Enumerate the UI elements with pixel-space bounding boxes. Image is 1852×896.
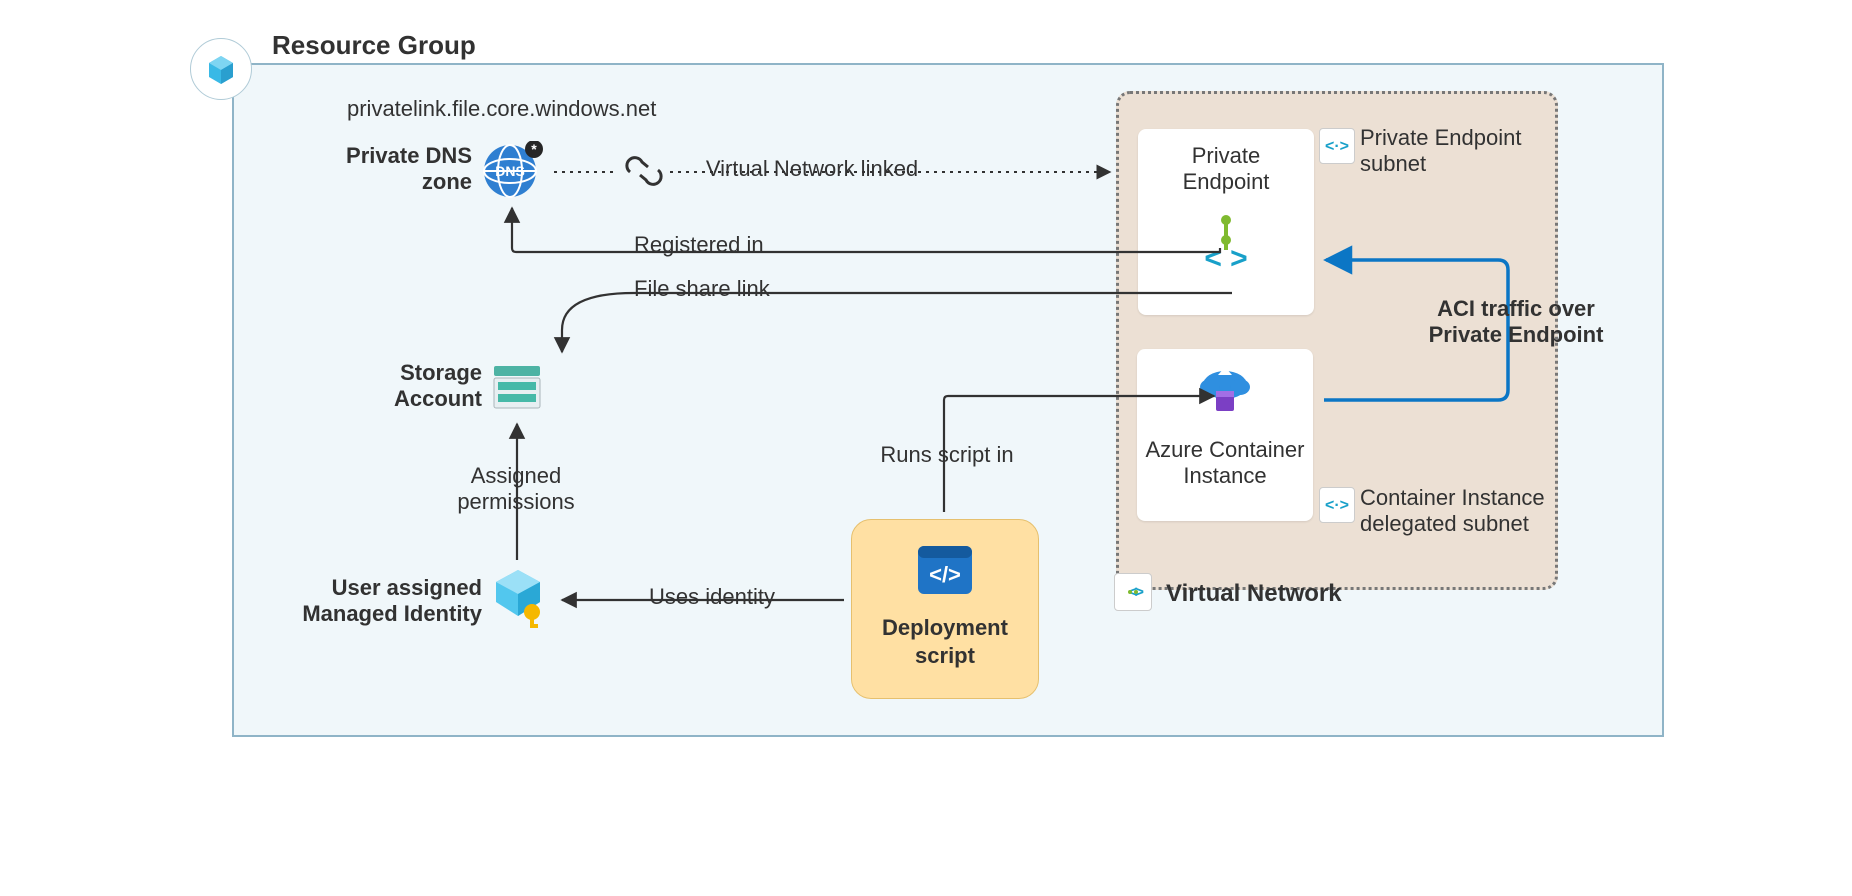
- svg-text:< >: < >: [1204, 242, 1247, 274]
- edge-registered-in-label: Registered in: [634, 232, 834, 258]
- svg-text:>: >: [1135, 584, 1144, 601]
- svg-text:<·>: <·>: [1325, 138, 1349, 155]
- private-endpoint-subnet-box: Private Endpoint < >: [1138, 129, 1314, 315]
- pe-subnet-caption: Private Endpoint subnet: [1360, 125, 1560, 178]
- edge-file-share-link-label: File share link: [634, 276, 834, 302]
- svg-text:<·>: <·>: [1325, 497, 1349, 514]
- deployment-script-box: </> Deployment script: [851, 519, 1039, 699]
- edge-runs-script-in-label: Runs script in: [852, 442, 1042, 468]
- edge-assigned-permissions-label: Assigned permissions: [416, 463, 616, 516]
- edge-uses-identity-label: Uses identity: [622, 584, 802, 610]
- private-dns-zone-title: Private DNS zone: [272, 143, 472, 196]
- subnet-badge-pe-icon: <·>: [1319, 128, 1355, 164]
- private-endpoint-label: Private Endpoint: [1138, 143, 1314, 196]
- storage-account-icon: [490, 358, 546, 414]
- diagram-stage: Resource Group privatelink.file.core.win…: [162, 0, 1690, 768]
- subnet-badge-ci-icon: <·>: [1319, 487, 1355, 523]
- svg-text:</>: </>: [929, 562, 961, 587]
- container-instance-icon: [1137, 363, 1313, 423]
- managed-identity-icon: [490, 568, 546, 624]
- svg-text:DNS: DNS: [495, 163, 525, 179]
- deployment-script-icon: </>: [914, 542, 976, 604]
- edge-vnet-linked-label: Virtual Network linked: [682, 156, 942, 182]
- deployment-script-title: Deployment script: [852, 614, 1038, 669]
- virtual-network-icon: < >: [1114, 573, 1152, 611]
- ci-subnet-caption: Container Instance delegated subnet: [1360, 485, 1570, 538]
- container-instance-subnet-box: Azure Container Instance: [1137, 349, 1313, 521]
- resource-group-icon: [190, 38, 252, 100]
- virtual-network-title: Virtual Network: [1166, 580, 1416, 609]
- managed-identity-title: User assigned Managed Identity: [232, 575, 482, 628]
- svg-text:*: *: [531, 141, 537, 157]
- container-instance-label: Azure Container Instance: [1137, 437, 1313, 490]
- private-endpoint-icon: < >: [1138, 214, 1314, 280]
- dns-zone-icon: DNS *: [480, 141, 536, 197]
- private-dns-domain-label: privatelink.file.core.windows.net: [347, 96, 767, 122]
- storage-account-title: Storage Account: [302, 360, 482, 413]
- edge-aci-traffic-label: ACI traffic over Private Endpoint: [1396, 296, 1636, 349]
- resource-group-title: Resource Group: [272, 30, 476, 61]
